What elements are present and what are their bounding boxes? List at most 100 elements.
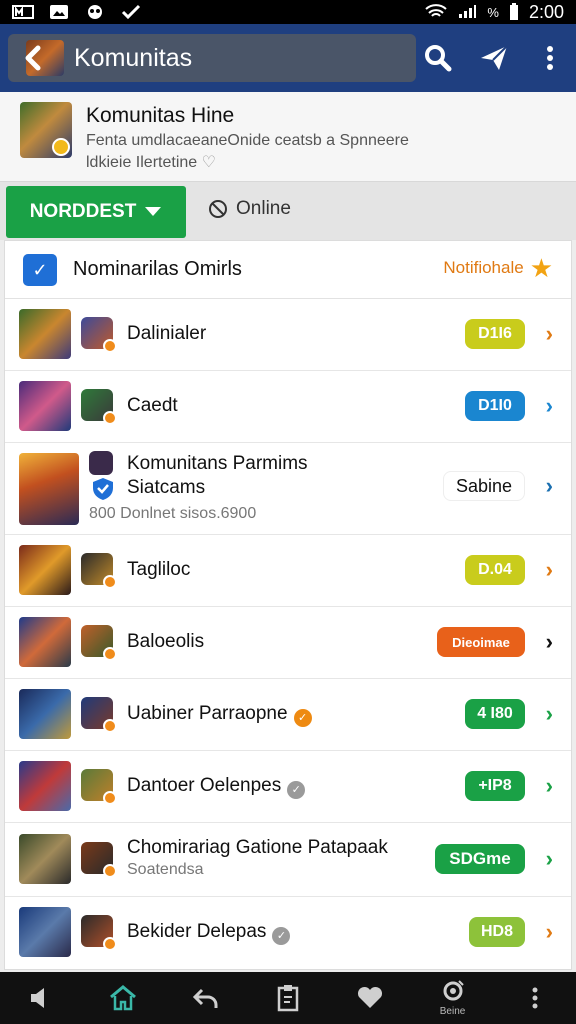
item-name: Dalinialer: [127, 323, 207, 344]
game-thumbnail: [19, 545, 71, 595]
send-button[interactable]: [478, 42, 510, 74]
chevron-right-icon: ›: [545, 557, 553, 582]
item-name: Komunitans Parmims: [127, 453, 308, 474]
game-thumbnail: [19, 761, 71, 811]
sort-dropdown[interactable]: NORDDEST: [6, 186, 186, 238]
item-name: Baloeolis: [127, 631, 205, 652]
image-icon: [50, 5, 68, 19]
chevron-right-icon: ›: [545, 473, 553, 498]
list-item[interactable]: Chomirariag Gatione Patapaak Soatendsa S…: [5, 823, 571, 897]
avatar: [81, 389, 117, 425]
avatar: [81, 915, 117, 951]
coin-icon: [103, 937, 117, 951]
game-thumbnail: [19, 381, 71, 431]
title-bar: Komunitas: [8, 34, 416, 82]
list-item[interactable]: Bekider Delepas ✓ HD8 ›: [5, 897, 571, 969]
coin-icon: [103, 647, 117, 661]
heart-icon: [358, 986, 383, 1008]
item-name: Chomirariag Gatione Patapaak: [127, 837, 388, 858]
list-item[interactable]: Dantoer Oelenpes ✓ +IP8 ›: [5, 751, 571, 823]
send-icon: [481, 45, 508, 70]
page-title: Komunitas: [74, 43, 193, 72]
verified-shield-icon: ✓: [23, 254, 57, 286]
heart-icon: ♡: [201, 154, 216, 171]
list-item[interactable]: Uabiner Parraopne ✓ 4 I80 ›: [5, 679, 571, 751]
verified-badge-icon: ✓: [287, 781, 306, 799]
battery-percent: %: [487, 4, 499, 20]
home-icon: [110, 985, 137, 1011]
game-thumbnail: [19, 453, 79, 525]
nav-clip[interactable]: [258, 972, 318, 1024]
status-badge: +IP8: [465, 771, 525, 801]
check-icon: [121, 4, 141, 20]
list-item[interactable]: Caedt D1I0 ›: [5, 371, 571, 443]
list-item[interactable]: Baloeolis Dieoimae ›: [5, 607, 571, 679]
nav-speaker[interactable]: [11, 972, 71, 1024]
item-name: Tagliloc: [127, 559, 191, 580]
avatar: [81, 697, 117, 733]
shield-icon: [88, 5, 102, 19]
back-button[interactable]: [8, 34, 64, 82]
bottom-navigation: Beine: [0, 972, 576, 1024]
clock: 2:00: [528, 1, 564, 22]
chevron-right-icon: ›: [545, 846, 553, 871]
item-name-2: Siatcams: [127, 477, 206, 498]
nav-favorites[interactable]: [340, 972, 400, 1024]
chevron-right-icon: ›: [545, 321, 553, 346]
item-subtitle: 800 Donlnet sisos.6900: [89, 505, 257, 522]
verified-badge-icon: ✓: [293, 709, 312, 727]
notification-filter[interactable]: Notifiohale ★: [443, 255, 553, 281]
status-badge: Sabine: [443, 471, 525, 501]
item-name: Caedt: [127, 395, 178, 416]
nav-settings-label: Beine: [439, 1006, 466, 1017]
status-bar: % 2:00: [0, 0, 576, 24]
nav-home[interactable]: [93, 972, 153, 1024]
sort-dropdown-label: NORDDEST: [29, 201, 137, 222]
avatar: [81, 625, 117, 661]
clipboard-icon: [277, 985, 299, 1012]
community-list: ✓ Nominarilas Omirls Notifiohale ★ Dalin…: [4, 240, 572, 970]
nav-settings[interactable]: Beine: [423, 972, 483, 1024]
chevron-right-icon: ›: [545, 393, 553, 418]
online-toggle[interactable]: Online: [208, 198, 291, 220]
community-header[interactable]: Komunitas Hine Fenta umdlacaeaneOnide ce…: [0, 92, 576, 182]
status-badge: 4 I80: [465, 699, 525, 729]
avatar: [81, 553, 117, 589]
app-bar: Komunitas: [0, 24, 576, 92]
coin-icon: [103, 339, 117, 353]
list-item[interactable]: Tagliloc D.04 ›: [5, 535, 571, 607]
search-button[interactable]: [422, 42, 454, 74]
status-badge: SDGme: [435, 844, 525, 874]
signal-icon: [459, 5, 477, 18]
undo-icon: [192, 988, 218, 1008]
chevron-right-icon: ›: [545, 629, 553, 654]
avatar: [81, 842, 117, 878]
online-label: Online: [236, 198, 291, 219]
status-badge: D1I6: [465, 319, 525, 349]
item-name: Uabiner Parraopne ✓: [127, 703, 312, 727]
back-arrow-icon: [25, 45, 41, 71]
chevron-down-icon: [145, 207, 162, 216]
more-vert-icon: [547, 46, 553, 70]
item-name: Dantoer Oelenpes ✓: [127, 775, 306, 799]
community-description-2: ldkieie Ilertetine ♡: [86, 154, 216, 171]
status-badge: D.04: [465, 555, 525, 585]
nav-more[interactable]: [505, 972, 565, 1024]
coin-icon: [52, 138, 70, 156]
list-item[interactable]: Komunitans Parmims Siatcams 800 Donlnet …: [5, 443, 571, 535]
more-vert-icon: [532, 987, 538, 1009]
item-name: Bekider Delepas ✓: [127, 921, 291, 945]
avatar: [89, 451, 113, 475]
list-header: ✓ Nominarilas Omirls Notifiohale ★: [5, 241, 571, 299]
list-title: Nominarilas Omirls: [73, 258, 242, 280]
game-thumbnail: [19, 617, 71, 667]
nav-back[interactable]: [176, 972, 236, 1024]
filter-bar: NORDDEST Online: [0, 182, 576, 240]
verified-shield-icon: [93, 478, 113, 500]
more-button[interactable]: [534, 42, 566, 74]
community-thumbnail: [20, 102, 72, 158]
wifi-icon: [425, 4, 448, 17]
notification-filter-label: Notifiohale: [443, 258, 524, 277]
status-badge: Dieoimae: [437, 627, 525, 657]
list-item[interactable]: Dalinialer D1I6 ›: [5, 299, 571, 371]
